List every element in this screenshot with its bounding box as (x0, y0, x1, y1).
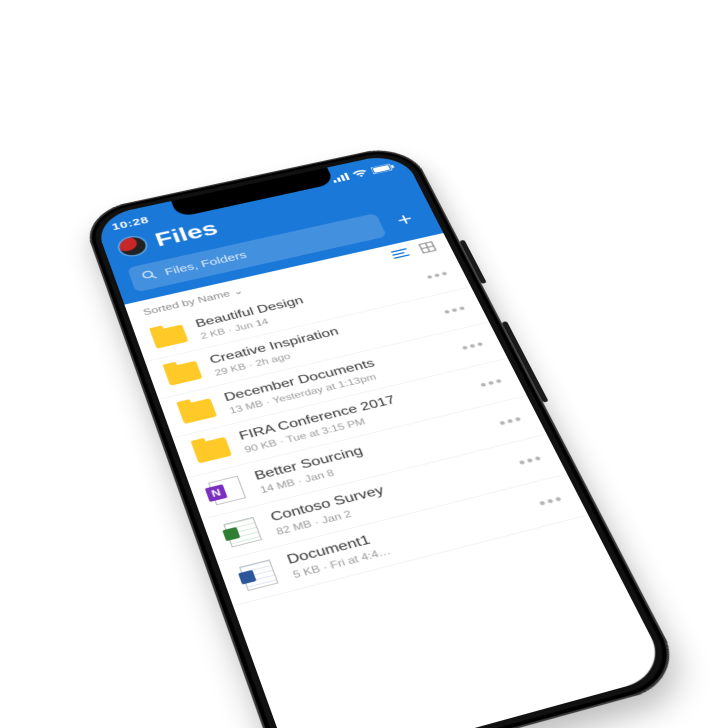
more-actions-button[interactable]: ••• (441, 301, 469, 319)
more-actions-button[interactable]: ••• (424, 266, 452, 284)
grid-view-button[interactable] (418, 241, 438, 256)
cellular-signal-icon (331, 173, 350, 183)
folder-icon (164, 360, 203, 386)
more-actions-button[interactable]: ••• (515, 450, 545, 471)
battery-icon (370, 163, 395, 175)
folder-icon (177, 397, 217, 424)
chevron-down-icon: ⌄ (231, 285, 245, 297)
more-actions-button[interactable]: ••• (535, 490, 566, 512)
more-actions-button[interactable]: ••• (459, 336, 488, 355)
folder-icon (150, 324, 189, 350)
search-icon (140, 269, 158, 284)
search-placeholder: Files, Folders (163, 249, 248, 278)
more-actions-button[interactable]: ••• (477, 373, 506, 393)
list-view-button[interactable] (390, 247, 411, 261)
onenote-icon (206, 476, 247, 505)
avatar[interactable] (117, 235, 149, 258)
more-actions-button[interactable]: ••• (496, 411, 526, 431)
add-button[interactable]: + (385, 206, 425, 233)
excel-icon (222, 517, 264, 547)
word-icon (237, 560, 280, 591)
